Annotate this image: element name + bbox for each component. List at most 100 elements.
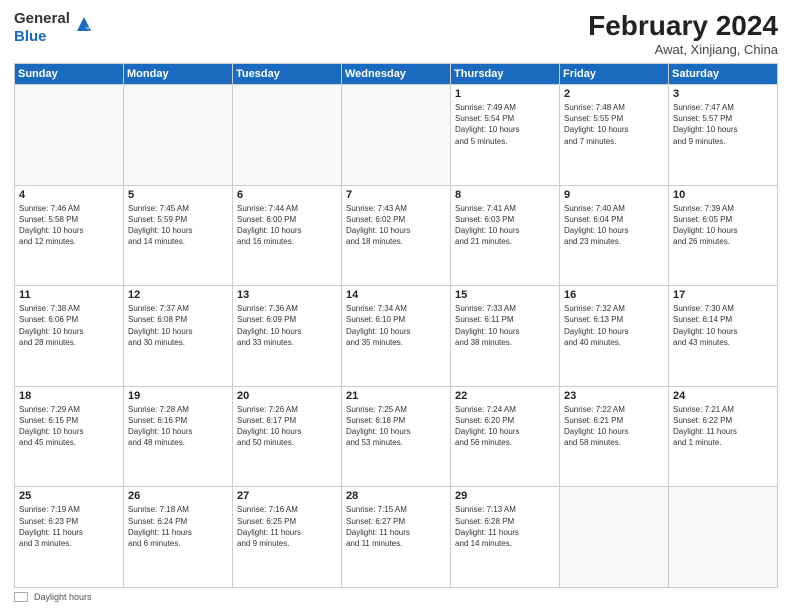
day-number: 21 bbox=[346, 390, 446, 402]
day-info: Sunrise: 7:43 AM Sunset: 6:02 PM Dayligh… bbox=[346, 203, 446, 248]
calendar-cell-0-5: 2 Sunrise: 7:48 AM Sunset: 5:55 PM Daylig… bbox=[560, 85, 669, 186]
day-number: 23 bbox=[564, 390, 664, 402]
day-info: Sunrise: 7:48 AM Sunset: 5:55 PM Dayligh… bbox=[564, 102, 664, 147]
calendar-cell-1-2: 6 Sunrise: 7:44 AM Sunset: 6:00 PM Daylig… bbox=[233, 185, 342, 286]
header-thursday: Thursday bbox=[451, 64, 560, 85]
legend-box bbox=[14, 592, 28, 602]
calendar-cell-1-6: 10Sunrise: 7:39 AM Sunset: 6:05 PM Dayli… bbox=[669, 185, 778, 286]
day-number: 5 bbox=[128, 189, 228, 201]
day-number: 27 bbox=[237, 490, 337, 502]
calendar-cell-2-3: 14 Sunrise: 7:34 AM Sunset: 6:10 PM Dayli… bbox=[342, 286, 451, 387]
day-number: 17 bbox=[673, 289, 773, 301]
day-info: Sunrise: 7:38 AM Sunset: 6:06 PM Dayligh… bbox=[19, 303, 119, 348]
day-info: Sunrise: 7:19 AM Sunset: 6:23 PM Dayligh… bbox=[19, 504, 119, 549]
calendar-cell-3-3: 21Sunrise: 7:25 AM Sunset: 6:18 PM Dayli… bbox=[342, 386, 451, 487]
day-number: 10 bbox=[673, 189, 773, 201]
day-info: Sunrise: 7:40 AM Sunset: 6:04 PM Dayligh… bbox=[564, 203, 664, 248]
calendar-cell-1-5: 9 Sunrise: 7:40 AM Sunset: 6:04 PM Daylig… bbox=[560, 185, 669, 286]
day-info: Sunrise: 7:46 AM Sunset: 5:58 PM Dayligh… bbox=[19, 203, 119, 248]
day-info: Sunrise: 7:15 AM Sunset: 6:27 PM Dayligh… bbox=[346, 504, 446, 549]
calendar-cell-2-2: 13 Sunrise: 7:36 AM Sunset: 6:09 PM Dayli… bbox=[233, 286, 342, 387]
header-sunday: Sunday bbox=[15, 64, 124, 85]
calendar-cell-0-2 bbox=[233, 85, 342, 186]
logo: General Blue bbox=[14, 10, 95, 46]
day-number: 6 bbox=[237, 189, 337, 201]
day-number: 14 bbox=[346, 289, 446, 301]
day-number: 19 bbox=[128, 390, 228, 402]
calendar-cell-3-6: 24Sunrise: 7:21 AM Sunset: 6:22 PM Dayli… bbox=[669, 386, 778, 487]
calendar-cell-2-1: 12 Sunrise: 7:37 AM Sunset: 6:08 PM Dayli… bbox=[124, 286, 233, 387]
calendar-cell-2-6: 17 Sunrise: 7:30 AM Sunset: 6:14 PM Dayli… bbox=[669, 286, 778, 387]
weekday-header-row: Sunday Monday Tuesday Wednesday Thursday… bbox=[15, 64, 778, 85]
day-number: 15 bbox=[455, 289, 555, 301]
day-info: Sunrise: 7:44 AM Sunset: 6:00 PM Dayligh… bbox=[237, 203, 337, 248]
calendar-cell-0-1 bbox=[124, 85, 233, 186]
footer: Daylight hours bbox=[14, 592, 778, 602]
calendar-cell-2-5: 16 Sunrise: 7:32 AM Sunset: 6:13 PM Dayli… bbox=[560, 286, 669, 387]
title-block: February 2024 Awat, Xinjiang, China bbox=[588, 10, 778, 57]
day-number: 26 bbox=[128, 490, 228, 502]
day-number: 13 bbox=[237, 289, 337, 301]
day-number: 9 bbox=[564, 189, 664, 201]
day-number: 3 bbox=[673, 88, 773, 100]
calendar-cell-0-0 bbox=[15, 85, 124, 186]
day-info: Sunrise: 7:36 AM Sunset: 6:09 PM Dayligh… bbox=[237, 303, 337, 348]
day-info: Sunrise: 7:37 AM Sunset: 6:08 PM Dayligh… bbox=[128, 303, 228, 348]
calendar-cell-4-1: 26 Sunrise: 7:18 AM Sunset: 6:24 PM Dayli… bbox=[124, 487, 233, 588]
calendar-table: Sunday Monday Tuesday Wednesday Thursday… bbox=[14, 63, 778, 588]
day-number: 12 bbox=[128, 289, 228, 301]
calendar-cell-1-4: 8 Sunrise: 7:41 AM Sunset: 6:03 PM Daylig… bbox=[451, 185, 560, 286]
calendar-cell-1-3: 7 Sunrise: 7:43 AM Sunset: 6:02 PM Daylig… bbox=[342, 185, 451, 286]
day-number: 7 bbox=[346, 189, 446, 201]
day-info: Sunrise: 7:18 AM Sunset: 6:24 PM Dayligh… bbox=[128, 504, 228, 549]
day-number: 11 bbox=[19, 289, 119, 301]
day-info: Sunrise: 7:16 AM Sunset: 6:25 PM Dayligh… bbox=[237, 504, 337, 549]
calendar-cell-4-3: 28 Sunrise: 7:15 AM Sunset: 6:27 PM Dayli… bbox=[342, 487, 451, 588]
day-info: Sunrise: 7:22 AM Sunset: 6:21 PM Dayligh… bbox=[564, 404, 664, 449]
day-number: 18 bbox=[19, 390, 119, 402]
week-row-4: 25 Sunrise: 7:19 AM Sunset: 6:23 PM Dayli… bbox=[15, 487, 778, 588]
day-info: Sunrise: 7:30 AM Sunset: 6:14 PM Dayligh… bbox=[673, 303, 773, 348]
calendar-cell-4-6 bbox=[669, 487, 778, 588]
calendar-cell-0-4: 1Sunrise: 7:49 AM Sunset: 5:54 PM Daylig… bbox=[451, 85, 560, 186]
calendar-cell-4-4: 29 Sunrise: 7:13 AM Sunset: 6:28 PM Dayli… bbox=[451, 487, 560, 588]
calendar-cell-3-5: 23 Sunrise: 7:22 AM Sunset: 6:21 PM Dayli… bbox=[560, 386, 669, 487]
calendar-cell-2-4: 15 Sunrise: 7:33 AM Sunset: 6:11 PM Dayli… bbox=[451, 286, 560, 387]
calendar-cell-0-3 bbox=[342, 85, 451, 186]
day-number: 25 bbox=[19, 490, 119, 502]
day-info: Sunrise: 7:34 AM Sunset: 6:10 PM Dayligh… bbox=[346, 303, 446, 348]
day-number: 8 bbox=[455, 189, 555, 201]
week-row-2: 11 Sunrise: 7:38 AM Sunset: 6:06 PM Dayli… bbox=[15, 286, 778, 387]
calendar-cell-1-1: 5Sunrise: 7:45 AM Sunset: 5:59 PM Daylig… bbox=[124, 185, 233, 286]
calendar-cell-4-0: 25 Sunrise: 7:19 AM Sunset: 6:23 PM Dayli… bbox=[15, 487, 124, 588]
day-number: 24 bbox=[673, 390, 773, 402]
header-friday: Friday bbox=[560, 64, 669, 85]
month-year: February 2024 bbox=[588, 10, 778, 42]
calendar-cell-1-0: 4Sunrise: 7:46 AM Sunset: 5:58 PM Daylig… bbox=[15, 185, 124, 286]
page: General Blue February 2024 Awat, Xinjian… bbox=[0, 0, 792, 612]
header-wednesday: Wednesday bbox=[342, 64, 451, 85]
calendar-cell-3-4: 22Sunrise: 7:24 AM Sunset: 6:20 PM Dayli… bbox=[451, 386, 560, 487]
header: General Blue February 2024 Awat, Xinjian… bbox=[14, 10, 778, 57]
legend-label: Daylight hours bbox=[34, 592, 92, 602]
day-info: Sunrise: 7:41 AM Sunset: 6:03 PM Dayligh… bbox=[455, 203, 555, 248]
header-tuesday: Tuesday bbox=[233, 64, 342, 85]
calendar-cell-4-5 bbox=[560, 487, 669, 588]
day-number: 28 bbox=[346, 490, 446, 502]
day-number: 29 bbox=[455, 490, 555, 502]
day-info: Sunrise: 7:24 AM Sunset: 6:20 PM Dayligh… bbox=[455, 404, 555, 449]
location: Awat, Xinjiang, China bbox=[588, 42, 778, 57]
day-info: Sunrise: 7:32 AM Sunset: 6:13 PM Dayligh… bbox=[564, 303, 664, 348]
week-row-1: 4Sunrise: 7:46 AM Sunset: 5:58 PM Daylig… bbox=[15, 185, 778, 286]
day-number: 16 bbox=[564, 289, 664, 301]
day-info: Sunrise: 7:28 AM Sunset: 6:16 PM Dayligh… bbox=[128, 404, 228, 449]
calendar-cell-0-6: 3Sunrise: 7:47 AM Sunset: 5:57 PM Daylig… bbox=[669, 85, 778, 186]
day-number: 2 bbox=[564, 88, 664, 100]
calendar-cell-3-1: 19 Sunrise: 7:28 AM Sunset: 6:16 PM Dayli… bbox=[124, 386, 233, 487]
day-info: Sunrise: 7:13 AM Sunset: 6:28 PM Dayligh… bbox=[455, 504, 555, 549]
day-info: Sunrise: 7:33 AM Sunset: 6:11 PM Dayligh… bbox=[455, 303, 555, 348]
week-row-0: 1Sunrise: 7:49 AM Sunset: 5:54 PM Daylig… bbox=[15, 85, 778, 186]
day-number: 1 bbox=[455, 88, 555, 100]
day-info: Sunrise: 7:29 AM Sunset: 6:15 PM Dayligh… bbox=[19, 404, 119, 449]
logo-icon bbox=[73, 13, 95, 35]
